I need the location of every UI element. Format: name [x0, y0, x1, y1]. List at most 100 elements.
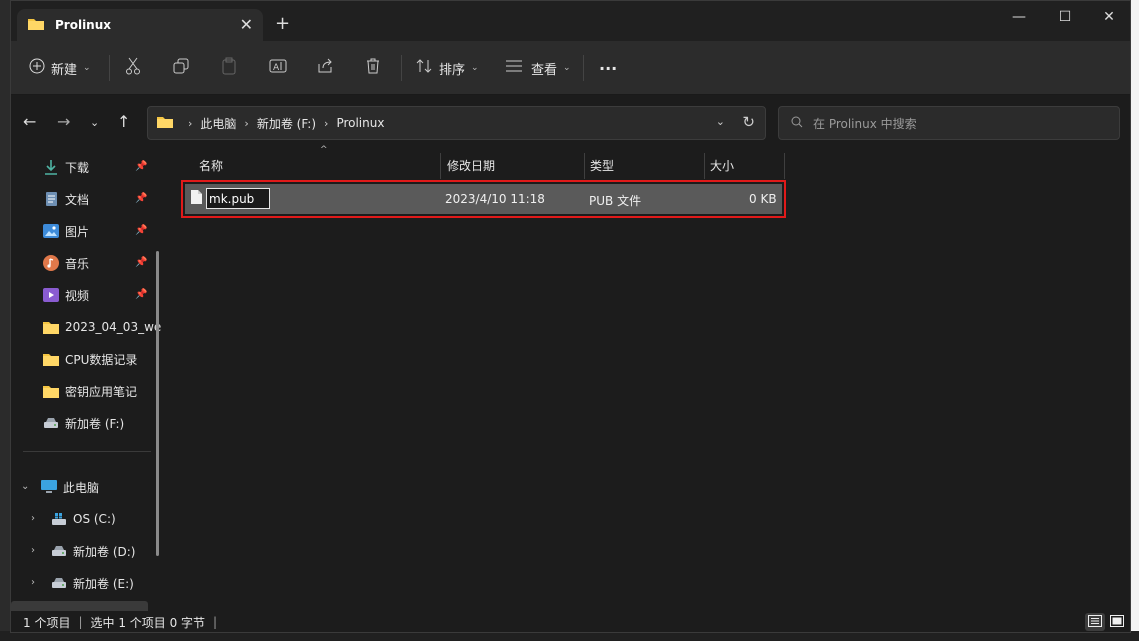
navigation-pane: 下载 📌 文档 📌 图片 📌 音乐 📌 视频 📌 2023_04_03_we C… [11, 151, 166, 611]
file-size: 0 KB [749, 192, 777, 206]
rename-input[interactable] [206, 188, 270, 209]
share-icon [317, 58, 333, 78]
recent-locations-chevron-icon[interactable]: ⌄ [90, 116, 99, 129]
cut-button[interactable] [125, 53, 141, 83]
copy-icon [173, 58, 189, 78]
sidebar-item-folder-2023[interactable]: 2023_04_03_we [43, 313, 166, 341]
toolbar-divider [401, 55, 402, 81]
chevron-right-icon[interactable]: › [31, 513, 35, 524]
table-row[interactable]: 2023/4/10 11:18 PUB 文件 0 KB [181, 180, 786, 218]
sidebar-item-label: CPU数据记录 [65, 352, 138, 367]
sidebar-item-documents[interactable]: 文档 [43, 185, 166, 213]
chevron-right-icon: › [324, 116, 329, 130]
sort-label: 排序 [439, 62, 466, 78]
view-button[interactable]: 查看 ⌄ [505, 53, 571, 83]
drive-icon [43, 415, 59, 431]
column-divider[interactable] [584, 153, 585, 179]
view-icon [505, 59, 523, 77]
computer-icon [41, 479, 57, 495]
folder-icon [27, 17, 45, 34]
refresh-icon[interactable]: ↻ [742, 113, 755, 131]
music-icon [43, 255, 59, 271]
chevron-right-icon: › [244, 116, 249, 130]
sidebar-item-label: 此电脑 [63, 480, 100, 495]
column-header-type[interactable]: 类型 [590, 151, 614, 179]
pin-icon: 📌 [135, 289, 148, 300]
delete-button[interactable] [365, 53, 381, 83]
sidebar-item-this-pc[interactable]: 此电脑 [41, 473, 166, 501]
chevron-right-icon[interactable]: › [31, 545, 35, 556]
sidebar-item-folder-keys[interactable]: 密钥应用笔记 [43, 377, 166, 405]
close-window-button[interactable]: ✕ [1086, 1, 1132, 33]
maximize-button[interactable]: ☐ [1042, 1, 1088, 33]
details-view-button[interactable] [1085, 613, 1105, 631]
tab-prolinux[interactable]: Prolinux ✕ [17, 9, 263, 41]
trash-icon [365, 58, 381, 78]
share-button[interactable] [317, 53, 333, 83]
sidebar-item-label: 新加卷 (D:) [73, 544, 136, 559]
sidebar-item-drive-c[interactable]: OS (C:) [51, 505, 166, 533]
command-bar: 新建 ⌄ A 排序 ⌄ 查看 ⌄ ··· [11, 41, 1130, 95]
sidebar-item-pictures[interactable]: 图片 [43, 217, 166, 245]
sidebar-item-music[interactable]: 音乐 [43, 249, 166, 277]
sidebar-scrollbar[interactable] [156, 251, 159, 556]
sidebar-item-label: 密钥应用笔记 [65, 384, 138, 399]
search-icon [791, 116, 803, 131]
status-bar: 1 个项目 | 选中 1 个项目 0 字节 | [11, 611, 1130, 633]
rename-button[interactable]: A [269, 53, 287, 83]
chevron-down-icon: ⌄ [83, 63, 91, 73]
column-header-name[interactable]: 名称 [199, 151, 223, 179]
chevron-right-icon[interactable]: › [31, 577, 35, 588]
close-tab-icon[interactable]: ✕ [240, 15, 253, 34]
file-modified: 2023/4/10 11:18 [445, 192, 545, 206]
folder-icon [43, 351, 59, 367]
title-bar: Prolinux ✕ + — ☐ ✕ [11, 1, 1130, 41]
copy-button[interactable] [173, 53, 189, 83]
chevron-down-icon[interactable]: ⌄ [21, 481, 29, 492]
breadcrumb-this-pc[interactable]: 此电脑 [200, 115, 236, 132]
new-tab-button[interactable]: + [275, 13, 290, 34]
file-list: ^ 名称 修改日期 类型 大小 2023/4/10 11:18 PUB 文件 0… [173, 145, 1123, 611]
sidebar-item-videos[interactable]: 视频 [43, 281, 166, 309]
pin-icon: 📌 [135, 257, 148, 268]
sidebar-item-folder-cpu[interactable]: CPU数据记录 [43, 345, 166, 373]
column-header-size[interactable]: 大小 [710, 151, 734, 179]
forward-arrow-icon[interactable]: → [57, 112, 70, 131]
tiles-view-icon [1110, 614, 1124, 630]
document-icon [43, 191, 59, 207]
sidebar-item-label: 视频 [65, 288, 90, 303]
folder-icon [156, 115, 174, 132]
sidebar-item-label: 新加卷 (F:) [65, 416, 125, 431]
view-label: 查看 [531, 62, 558, 78]
column-divider[interactable] [704, 153, 705, 179]
sidebar-item-drive-e[interactable]: 新加卷 (E:) [51, 569, 166, 597]
pin-icon: 📌 [135, 193, 148, 204]
file-explorer-window: Prolinux ✕ + — ☐ ✕ 新建 ⌄ A 排序 ⌄ 查看 ⌄ ··· … [10, 0, 1131, 633]
item-count: 1 个项目 [23, 615, 71, 630]
sidebar-item-drive-d[interactable]: 新加卷 (D:) [51, 537, 166, 565]
back-arrow-icon[interactable]: ← [23, 112, 36, 131]
sidebar-item-label: 音乐 [65, 256, 90, 271]
file-type: PUB 文件 [589, 194, 642, 208]
more-options-button[interactable]: ··· [599, 53, 617, 83]
address-history-chevron-icon[interactable]: ⌄ [716, 115, 725, 128]
breadcrumb-drive-f[interactable]: 新加卷 (F:) [257, 115, 316, 132]
sidebar-item-partial[interactable] [11, 601, 148, 611]
tiles-view-button[interactable] [1107, 613, 1127, 631]
column-divider[interactable] [784, 153, 785, 179]
breadcrumb-prolinux[interactable]: Prolinux [336, 116, 384, 130]
up-arrow-icon[interactable]: ↑ [117, 112, 130, 131]
file-icon [191, 190, 202, 207]
column-header-modified[interactable]: 修改日期 [447, 151, 495, 179]
sidebar-item-drive-f[interactable]: 新加卷 (F:) [43, 409, 166, 437]
column-divider[interactable] [440, 153, 441, 179]
new-button[interactable]: 新建 ⌄ [29, 53, 91, 83]
address-bar[interactable]: › 此电脑 › 新加卷 (F:) › Prolinux ⌄ ↻ [147, 106, 766, 140]
sort-button[interactable]: 排序 ⌄ [415, 53, 479, 83]
paste-button[interactable] [221, 53, 237, 83]
search-box[interactable]: 在 Prolinux 中搜索 [778, 106, 1120, 140]
sort-icon [415, 58, 433, 78]
sidebar-item-downloads[interactable]: 下载 [43, 153, 166, 181]
minimize-button[interactable]: — [996, 1, 1042, 33]
sidebar-item-label: 2023_04_03_we [65, 320, 162, 334]
